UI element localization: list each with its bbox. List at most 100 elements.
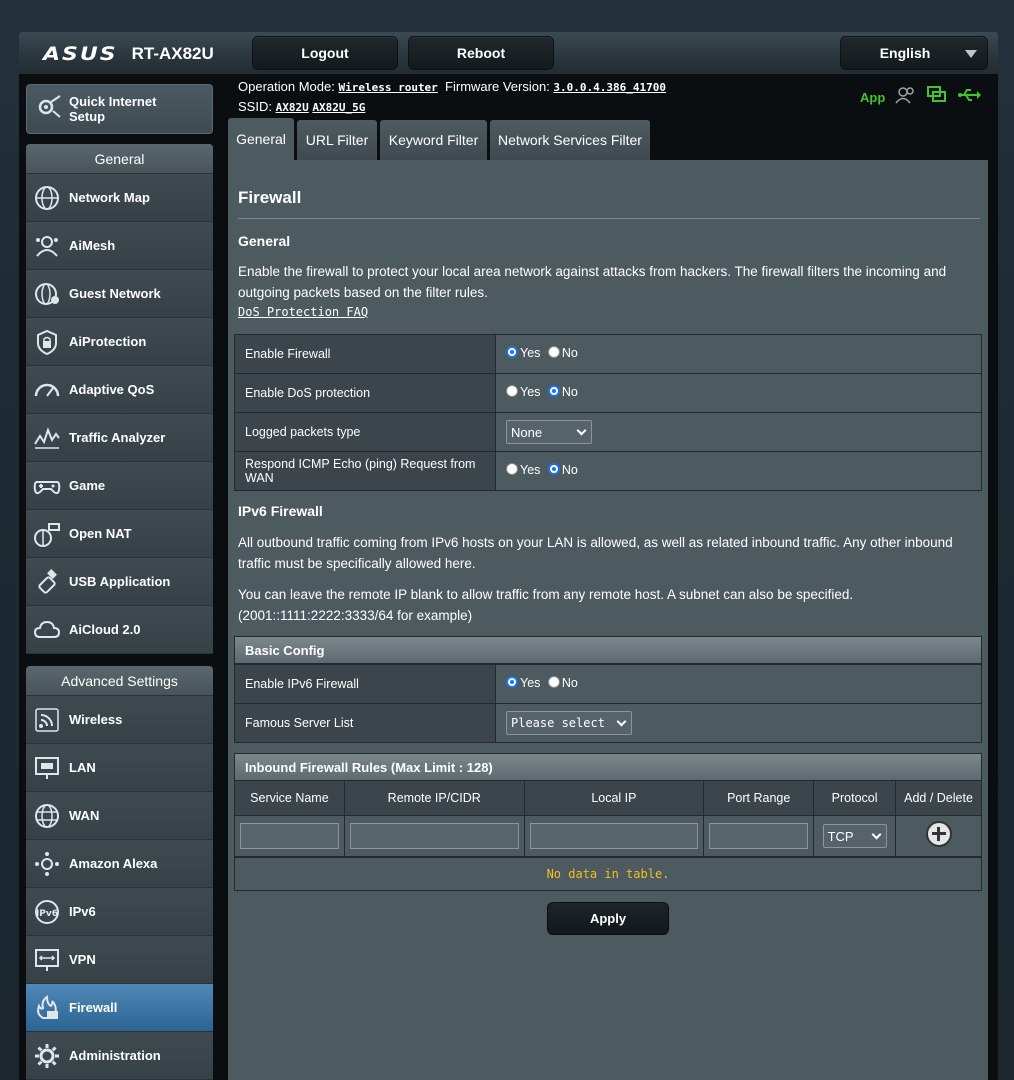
sidebar-item-label: Network Map: [69, 190, 150, 205]
no-data-message: No data in table.: [234, 857, 982, 891]
sidebar-item-network-map[interactable]: Network Map: [26, 174, 213, 222]
sidebar-item-aiprotection[interactable]: AiProtection: [26, 318, 213, 366]
apply-button[interactable]: Apply: [547, 902, 669, 935]
add-rule-button[interactable]: [925, 820, 952, 847]
general-description: Enable the firewall to protect your loca…: [238, 264, 947, 300]
tab-keyword-filter[interactable]: Keyword Filter: [380, 120, 487, 160]
firmware-link[interactable]: 3.0.0.4.386_41700: [553, 81, 666, 94]
sidebar-item-label: Administration: [69, 1048, 161, 1063]
sidebar-item-firewall[interactable]: Firewall: [26, 984, 213, 1032]
basic-config-header: Basic Config: [234, 636, 982, 664]
sidebar-item-aimesh[interactable]: AiMesh: [26, 222, 213, 270]
icmp-yes-radio[interactable]: Yes: [506, 463, 540, 477]
inbound-rules-table: Service Name Remote IP/CIDR Local IP Por…: [234, 780, 982, 857]
sidebar-item-administration[interactable]: Administration: [26, 1032, 213, 1080]
sidebar-item-game[interactable]: Game: [26, 462, 213, 510]
sidebar-item-label: AiMesh: [69, 238, 116, 253]
dos-no-radio[interactable]: No: [547, 385, 578, 399]
ssid-5g-link[interactable]: AX82U_5G: [312, 101, 365, 114]
app-link[interactable]: App: [860, 90, 885, 105]
devices-icon[interactable]: [927, 86, 947, 109]
operation-mode-label: Operation Mode:: [238, 79, 335, 94]
users-icon[interactable]: [895, 86, 917, 109]
radio-label: No: [561, 676, 578, 690]
sidebar-item-vpn[interactable]: VPN: [26, 936, 213, 984]
sidebar-item-open-nat[interactable]: Open NAT: [26, 510, 213, 558]
radio-dot: [547, 676, 560, 688]
quick-internet-setup-button[interactable]: Quick Internet Setup: [26, 84, 213, 134]
sidebar-item-lan[interactable]: LAN: [26, 744, 213, 792]
ipv6-yes-radio[interactable]: Yes: [506, 676, 540, 690]
sidebar-item-label: LAN: [69, 760, 96, 775]
advanced-menu-title: Advanced Settings: [26, 666, 213, 696]
remote-ip-input[interactable]: [349, 823, 519, 849]
service-name-input[interactable]: [240, 823, 339, 849]
title-divider: [238, 218, 980, 219]
sidebar-item-traffic-analyzer[interactable]: Traffic Analyzer: [26, 414, 213, 462]
status-icons: App: [860, 86, 982, 109]
column-header: Add / Delete: [895, 780, 982, 816]
column-header: Remote IP/CIDR: [343, 780, 525, 816]
port-range-input[interactable]: [709, 823, 809, 849]
icmp-no-radio[interactable]: No: [547, 463, 578, 477]
wand-gear-icon: [35, 93, 63, 126]
firewall-yes-radio[interactable]: Yes: [506, 346, 540, 360]
ipv6-no-radio[interactable]: No: [547, 676, 578, 690]
logout-button[interactable]: Logout: [252, 36, 398, 70]
sidebar-item-guest-network[interactable]: Guest Network: [26, 270, 213, 318]
sidebar-item-amazon-alexa[interactable]: Amazon Alexa: [26, 840, 213, 888]
select-value: TCP: [827, 828, 854, 844]
tab-url-filter[interactable]: URL Filter: [297, 120, 377, 160]
brand: ASUS RT-AX82U: [43, 42, 214, 66]
language-select[interactable]: English: [840, 36, 988, 70]
setting-row: Enable IPv6 Firewall Yes No: [234, 664, 982, 704]
reboot-button[interactable]: Reboot: [408, 36, 554, 70]
ipv6-description-2: You can leave the remote IP blank to all…: [238, 587, 854, 623]
sidebar-item-wireless[interactable]: Wireless: [26, 696, 213, 744]
sidebar-item-ipv6[interactable]: IPv6 IPv6: [26, 888, 213, 936]
radio-label: No: [561, 346, 578, 360]
top-bar: ASUS RT-AX82U Logout Reboot English: [19, 32, 998, 74]
setting-row: Enable Firewall Yes No: [234, 334, 982, 374]
tab-network-services-filter[interactable]: Network Services Filter: [490, 120, 650, 160]
radio-label: Yes: [520, 463, 541, 477]
sidebar-item-label: VPN: [69, 952, 96, 967]
setting-row: Famous Server List Please select: [234, 703, 982, 743]
protocol-select[interactable]: TCP: [822, 824, 887, 848]
ssid-2g-link[interactable]: AX82U: [276, 101, 309, 114]
tab-general[interactable]: General: [228, 118, 294, 160]
sidebar-item-usb-application[interactable]: USB Application: [26, 558, 213, 606]
dos-yes-radio[interactable]: Yes: [506, 385, 540, 399]
radio-dot: [506, 385, 518, 397]
usb-status-icon[interactable]: [957, 87, 982, 108]
dos-faq-link[interactable]: DoS Protection FAQ: [238, 305, 368, 319]
sidebar-item-aicloud[interactable]: AiCloud 2.0: [26, 606, 213, 654]
traffic-chart-icon: [32, 423, 62, 453]
firewall-icon: [32, 993, 62, 1023]
quick-setup-label: Quick Internet Setup: [69, 94, 157, 124]
rules-input-row: TCP: [234, 815, 982, 857]
lan-icon: [32, 753, 62, 783]
column-header: Protocol: [813, 780, 897, 816]
sidebar-item-label: Amazon Alexa: [69, 856, 158, 871]
sidebar-item-adaptive-qos[interactable]: Adaptive QoS: [26, 366, 213, 414]
logged-packets-select[interactable]: None: [506, 420, 592, 444]
firewall-no-radio[interactable]: No: [547, 346, 578, 360]
sidebar-item-wan[interactable]: WAN: [26, 792, 213, 840]
radio-label: No: [561, 385, 578, 399]
general-menu-title: General: [26, 144, 213, 174]
icmp-echo-label: Respond ICMP Echo (ping) Request from WA…: [234, 451, 496, 491]
gamepad-icon: [32, 471, 62, 501]
open-nat-icon: [32, 519, 62, 549]
cloud-icon: [32, 615, 62, 645]
operation-mode-link[interactable]: Wireless router: [338, 81, 437, 94]
usb-icon: [32, 567, 62, 597]
famous-server-select[interactable]: Please select: [506, 711, 632, 735]
column-header: Service Name: [234, 780, 345, 816]
sidebar-item-label: Adaptive QoS: [69, 382, 155, 397]
radio-dot: [506, 346, 518, 358]
sidebar-item-label: WAN: [69, 808, 100, 823]
sidebar-item-label: Guest Network: [69, 286, 161, 301]
alexa-icon: [32, 849, 62, 879]
local-ip-input[interactable]: [529, 823, 699, 849]
